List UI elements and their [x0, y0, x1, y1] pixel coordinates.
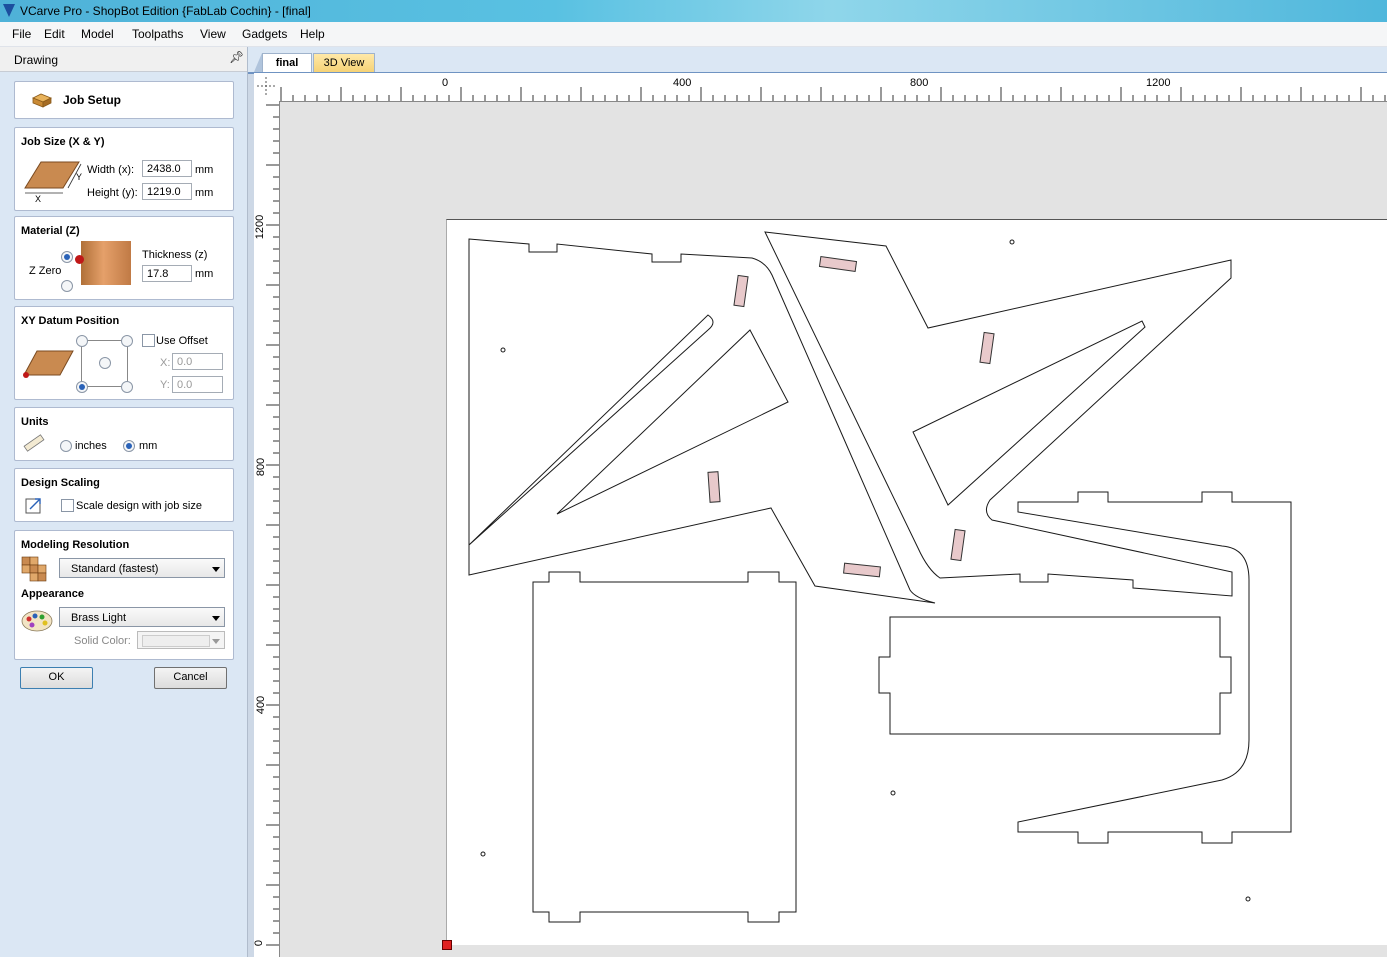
slot-marker [707, 471, 721, 503]
origin-marker[interactable] [442, 940, 452, 950]
chair-side-left [468, 238, 936, 604]
slot-marker [818, 255, 858, 273]
back-panel [878, 616, 1232, 735]
slot-marker [979, 331, 995, 365]
slot-marker [843, 562, 881, 578]
curved-rail [1017, 491, 1292, 844]
right-inner-triangle [912, 320, 1146, 506]
slot-marker [950, 528, 966, 562]
slot-marker [733, 274, 749, 308]
hole-marker [890, 790, 896, 796]
hole-marker [480, 851, 486, 857]
hole-marker [1009, 239, 1015, 245]
chair-side-right [764, 231, 1233, 597]
hole-marker [1245, 896, 1251, 902]
hole-marker [500, 347, 506, 353]
seat-panel [532, 571, 797, 923]
vector-drawing[interactable] [0, 0, 1387, 957]
left-inner-triangle [556, 329, 789, 515]
